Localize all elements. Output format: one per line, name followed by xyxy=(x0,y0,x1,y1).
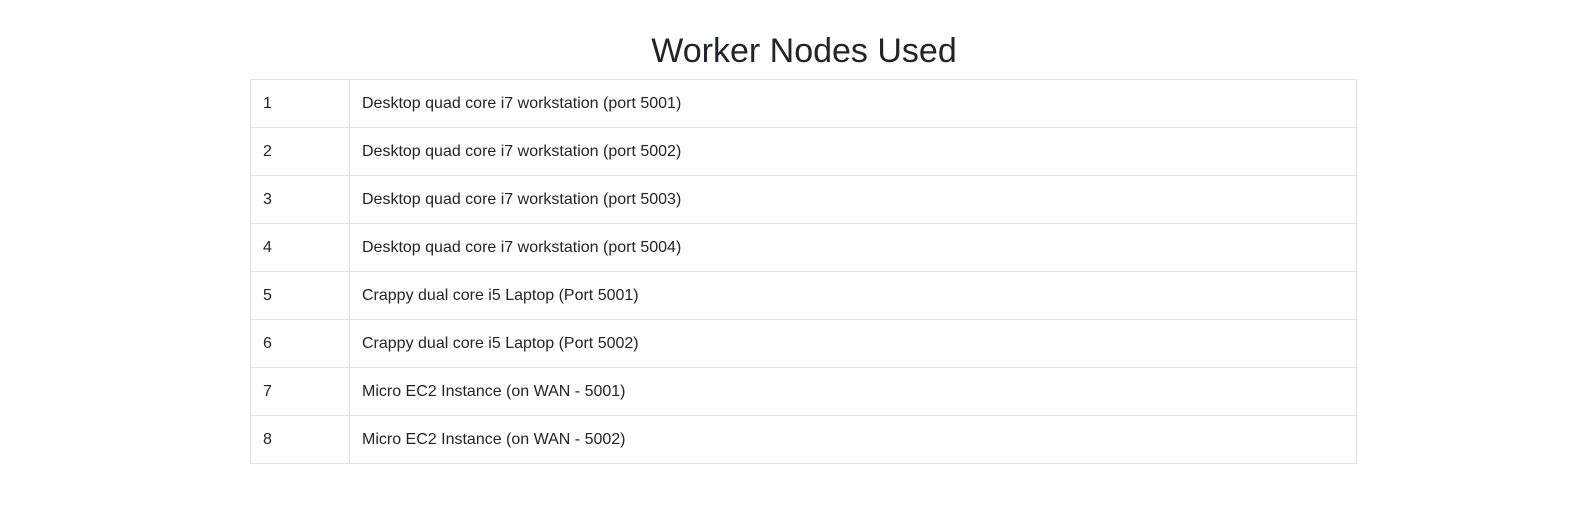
table-row: 5 Crappy dual core i5 Laptop (Port 5001) xyxy=(250,271,1357,320)
node-number-cell: 2 xyxy=(250,127,350,176)
node-number-cell: 6 xyxy=(250,319,350,368)
table-row: 2 Desktop quad core i7 workstation (port… xyxy=(250,127,1357,176)
node-number-cell: 1 xyxy=(250,79,350,128)
table-row: 8 Micro EC2 Instance (on WAN - 5002) xyxy=(250,415,1357,464)
node-number-cell: 5 xyxy=(250,271,350,320)
worker-nodes-table: 1 Desktop quad core i7 workstation (port… xyxy=(250,79,1357,464)
node-description-cell: Micro EC2 Instance (on WAN - 5001) xyxy=(349,367,1357,416)
node-description-cell: Crappy dual core i5 Laptop (Port 5002) xyxy=(349,319,1357,368)
node-description-cell: Micro EC2 Instance (on WAN - 5002) xyxy=(349,415,1357,464)
node-description-cell: Desktop quad core i7 workstation (port 5… xyxy=(349,175,1357,224)
table-row: 3 Desktop quad core i7 workstation (port… xyxy=(250,175,1357,224)
page-container: Worker Nodes Used 1 Desktop quad core i7… xyxy=(0,0,1572,517)
table-row: 7 Micro EC2 Instance (on WAN - 5001) xyxy=(250,367,1357,416)
node-description-cell: Desktop quad core i7 workstation (port 5… xyxy=(349,127,1357,176)
page-title: Worker Nodes Used xyxy=(651,32,957,70)
node-description-cell: Desktop quad core i7 workstation (port 5… xyxy=(349,79,1357,128)
table-row: 4 Desktop quad core i7 workstation (port… xyxy=(250,223,1357,272)
table-row: 1 Desktop quad core i7 workstation (port… xyxy=(250,79,1357,128)
node-description-cell: Desktop quad core i7 workstation (port 5… xyxy=(349,223,1357,272)
node-number-cell: 7 xyxy=(250,367,350,416)
node-description-cell: Crappy dual core i5 Laptop (Port 5001) xyxy=(349,271,1357,320)
node-number-cell: 3 xyxy=(250,175,350,224)
node-number-cell: 4 xyxy=(250,223,350,272)
table-row: 6 Crappy dual core i5 Laptop (Port 5002) xyxy=(250,319,1357,368)
node-number-cell: 8 xyxy=(250,415,350,464)
